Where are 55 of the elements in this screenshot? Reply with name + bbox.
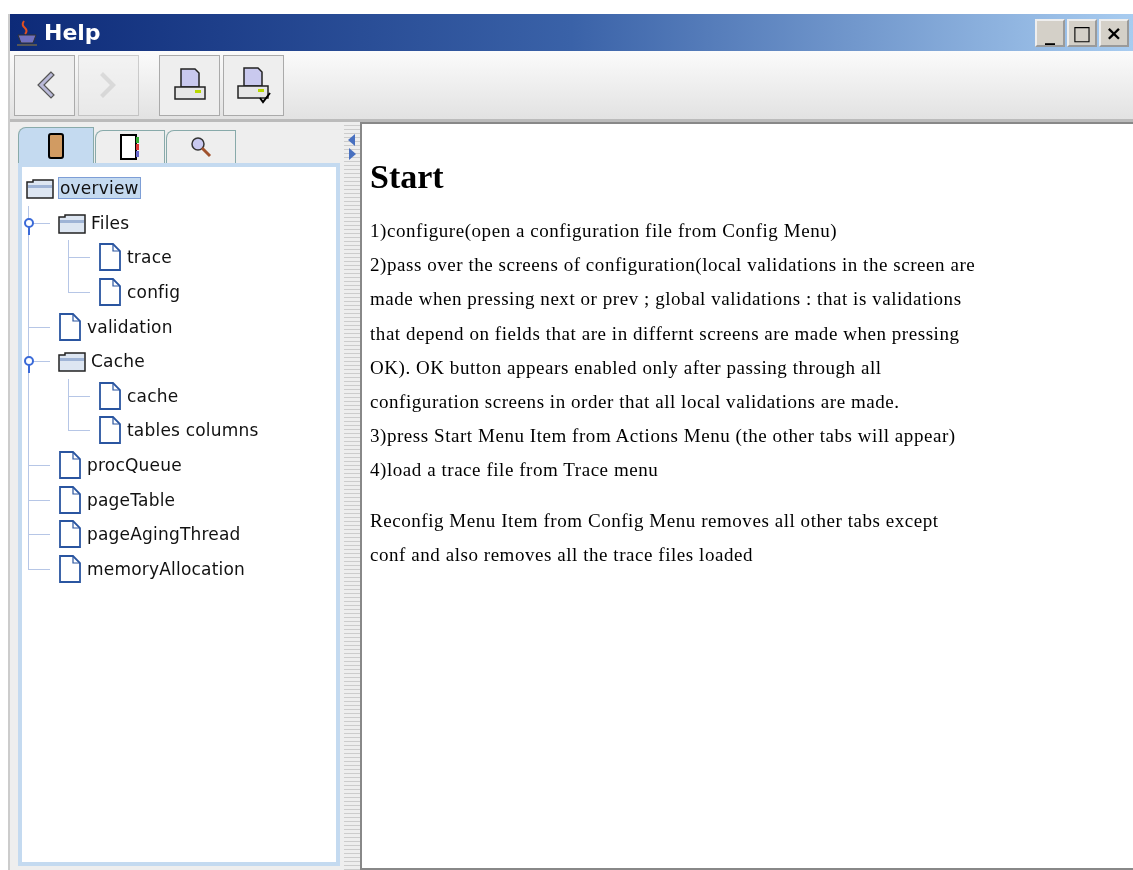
document-icon [58, 520, 82, 549]
expand-handle[interactable] [23, 216, 35, 235]
tree-item[interactable]: Cache [90, 351, 146, 372]
body-text-line: 2)pass over the screens of configuration(local validations in the screen are [370, 253, 976, 278]
page-heading: Start [370, 158, 444, 196]
print-button[interactable] [159, 54, 220, 116]
maximize-button[interactable]: □ [1067, 18, 1097, 47]
search-tab[interactable] [166, 130, 236, 163]
tree-item[interactable]: memoryAllocation [86, 558, 247, 579]
body-text-line: made when pressing next or prev ; global validations : that is validations [370, 287, 962, 312]
document-icon [58, 312, 82, 341]
expand-right-icon[interactable] [348, 148, 356, 160]
search-icon [190, 136, 212, 158]
tree-item[interactable]: validation [86, 316, 174, 337]
document-icon [98, 278, 122, 307]
tree-item[interactable]: overview [58, 177, 141, 200]
tree-item[interactable]: trace [126, 247, 173, 268]
body-text-line: OK). OK button appears enabled only after passing through all [370, 355, 882, 380]
body-text-line: Reconfig Menu Item from Config Menu removes all other tabs except [370, 508, 939, 533]
notebook-icon [119, 133, 141, 161]
back-button[interactable] [14, 54, 75, 116]
body-text-line: conf and also removes all the trace files loaded [370, 542, 754, 567]
book-icon [47, 131, 65, 160]
tree-item[interactable]: pageAgingThread [86, 524, 242, 545]
index-tab[interactable] [95, 130, 165, 163]
folder-icon [26, 177, 54, 200]
tree-item[interactable]: Files [90, 212, 131, 233]
document-icon [58, 451, 82, 480]
collapse-left-icon[interactable] [348, 134, 356, 146]
tree-item[interactable]: procQueue [86, 455, 183, 476]
coffee-cup-icon [16, 18, 38, 47]
printer-check-icon [235, 66, 272, 104]
tree-item[interactable]: pageTable [86, 489, 177, 510]
window-title: Help [44, 20, 102, 45]
body-text-line: 4)load a trace file from Trace menu [370, 458, 659, 483]
print-setup-button[interactable] [223, 54, 284, 116]
folder-icon [58, 211, 86, 234]
close-button[interactable]: × [1099, 18, 1129, 47]
document-icon [58, 554, 82, 583]
printer-icon [172, 67, 207, 103]
document-icon [98, 416, 122, 445]
body-text-line: that depend on fields that are in differnt screens are made when pressing [370, 321, 960, 346]
body-text-line: 1)configure(open a configuration file from Config Menu) [370, 219, 838, 243]
folder-icon [58, 350, 86, 373]
tree-item[interactable]: config [126, 282, 182, 303]
contents-tab[interactable] [18, 127, 94, 163]
document-icon [98, 381, 122, 410]
tree-item[interactable]: cache [126, 385, 180, 406]
document-icon [58, 485, 82, 514]
tree-item[interactable]: tables columns [126, 420, 260, 441]
body-text-line: configuration screens in order that all local validations are made. [370, 390, 900, 414]
expand-handle[interactable] [23, 355, 35, 374]
body-text-line: 3)press Start Menu Item from Actions Menu (the other tabs will appear) [370, 424, 956, 449]
minimize-button[interactable]: _ [1035, 18, 1065, 47]
document-icon [98, 243, 122, 272]
